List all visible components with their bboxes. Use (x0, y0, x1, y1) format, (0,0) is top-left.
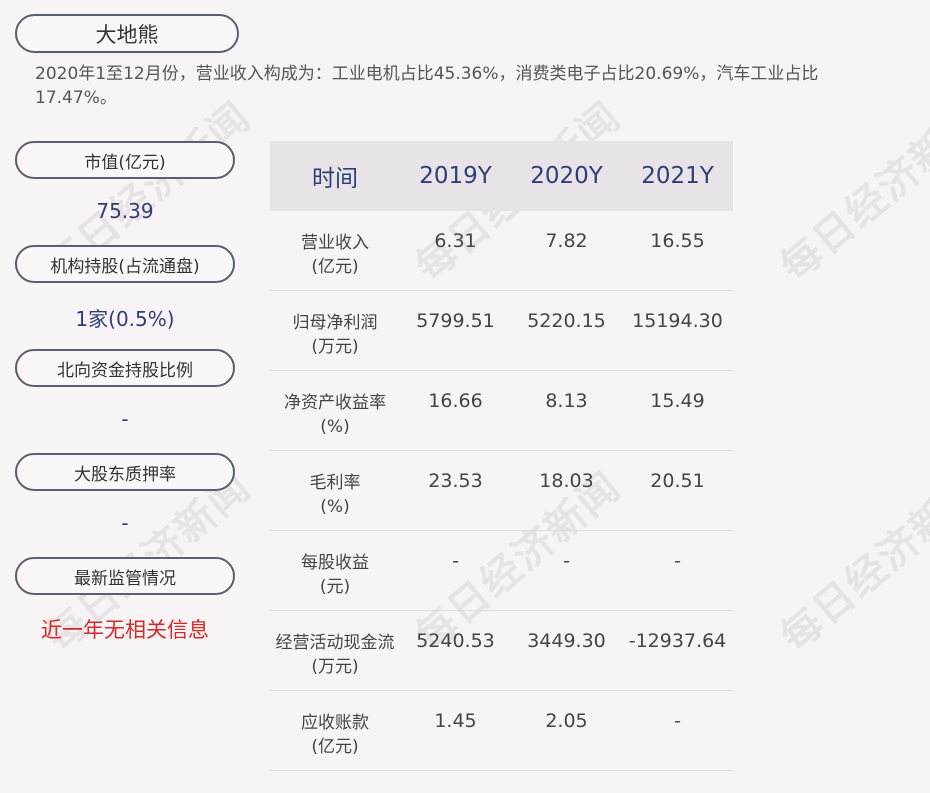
table-row: 经营活动现金流 (万元) 5240.53 3449.30 -12937.64 (270, 611, 733, 691)
table-header: 时间 2019Y 2020Y 2021Y (270, 141, 733, 211)
table-body: 营业收入 (亿元) 6.31 7.82 16.55 归母净利润 (万元) 5799.51 522… (270, 211, 733, 771)
table-cell: 5220.15 (527, 310, 606, 332)
row-label: 营业收入 (亿元) (270, 211, 400, 279)
row-label: 归母净利润 (万元) (270, 291, 400, 359)
row-label-name: 每股收益 (301, 553, 369, 573)
watermark: 每日经济新闻 (772, 463, 930, 661)
row-label: 应收账款 (亿元) (270, 691, 400, 759)
table-cell: - (674, 710, 681, 732)
northbound-holding-value: - (121, 407, 129, 431)
table-cell: 16.66 (428, 390, 483, 412)
revenue-summary: 2020年1至12月份，营业收入构成为：工业电机占比45.36%，消费类电子占比… (35, 64, 819, 108)
table-row: 净资产收益率 (%) 16.66 8.13 15.49 (270, 371, 733, 451)
northbound-holding-label: 北向资金持股比例 (15, 349, 235, 387)
table-cell: - (563, 550, 570, 572)
row-label-name: 应收账款 (301, 713, 369, 733)
table-cell: - (674, 550, 681, 572)
table-cell: 15.49 (650, 390, 705, 412)
table-cell: 7.82 (545, 230, 588, 252)
table-cell: - (452, 550, 459, 572)
company-title: 大地熊 (15, 14, 239, 53)
table-cell: 15194.30 (632, 310, 723, 332)
table-cell: 20.51 (650, 470, 705, 492)
table-row: 每股收益 (元) - - - (270, 531, 733, 611)
row-label-name: 毛利率 (309, 473, 361, 493)
pledge-ratio-label: 大股东质押率 (15, 453, 235, 491)
row-label-unit: (万元) (311, 337, 359, 357)
table-cell: 23.53 (428, 470, 483, 492)
row-label-unit: (%) (320, 417, 350, 437)
institution-holding-value: 1家(0.5%) (75, 307, 175, 331)
table-cell: 18.03 (539, 470, 594, 492)
row-label: 经营活动现金流 (万元) (270, 611, 400, 679)
watermark: 每日经济新闻 (772, 93, 930, 291)
header-2020: 2020Y (530, 163, 603, 189)
header-2019: 2019Y (419, 163, 492, 189)
row-label: 毛利率 (%) (270, 451, 400, 519)
market-cap-value: 75.39 (96, 199, 154, 223)
institution-holding-label: 机构持股(占流通盘) (15, 245, 235, 283)
row-label-name: 净资产收益率 (284, 393, 386, 413)
row-label: 净资产收益率 (%) (270, 371, 400, 439)
table-cell: -12937.64 (628, 630, 727, 652)
market-cap-label: 市值(亿元) (15, 141, 235, 179)
table-row: 应收账款 (亿元) 1.45 2.05 - (270, 691, 733, 771)
table-cell: 6.31 (434, 230, 477, 252)
table-cell: 16.55 (650, 230, 705, 252)
table-cell: 5240.53 (416, 630, 495, 652)
table-cell: 3449.30 (527, 630, 606, 652)
row-label-unit: (亿元) (311, 257, 359, 277)
table-cell: 5799.51 (416, 310, 495, 332)
regulatory-status-label: 最新监管情况 (15, 557, 235, 595)
table-cell: 1.45 (434, 710, 477, 732)
table-row: 归母净利润 (万元) 5799.51 5220.15 15194.30 (270, 291, 733, 371)
row-label-name: 归母净利润 (292, 313, 378, 333)
table-row: 毛利率 (%) 23.53 18.03 20.51 (270, 451, 733, 531)
regulatory-status-value: 近一年无相关信息 (41, 618, 209, 642)
table-cell: 2.05 (545, 710, 588, 732)
header-2021: 2021Y (641, 163, 714, 189)
financial-table: 时间 2019Y 2020Y 2021Y 营业收入 (亿元) 6.31 7.82 16.… (270, 141, 733, 771)
row-label-unit: (万元) (311, 657, 359, 677)
header-time: 时间 (312, 166, 358, 192)
table-row: 营业收入 (亿元) 6.31 7.82 16.55 (270, 211, 733, 291)
table-cell: 8.13 (545, 390, 588, 412)
row-label: 每股收益 (元) (270, 531, 400, 599)
row-label-name: 营业收入 (301, 233, 369, 253)
row-label-unit: (元) (319, 577, 351, 597)
pledge-ratio-value: - (121, 511, 129, 535)
row-label-unit: (亿元) (311, 737, 359, 757)
row-label-name: 经营活动现金流 (275, 633, 395, 653)
row-label-unit: (%) (320, 497, 350, 517)
